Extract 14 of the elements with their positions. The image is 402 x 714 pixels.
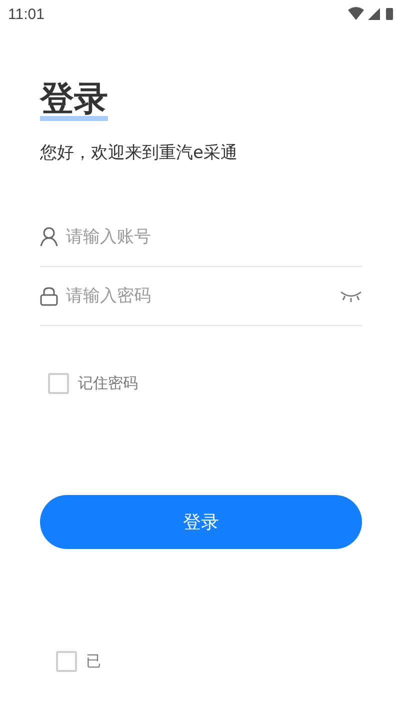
closed-eye-icon[interactable] [340, 290, 362, 302]
status-icons [348, 7, 394, 21]
login-button[interactable]: 登录 [40, 495, 362, 549]
status-time: 11:01 [8, 6, 44, 22]
checkbox[interactable] [48, 373, 69, 394]
user-icon [40, 227, 58, 247]
input-field[interactable]: 请输入账号 [64, 226, 362, 248]
remember-password-label: 记住密码 [78, 374, 138, 393]
input-field[interactable]: 请输入密码 [64, 285, 334, 307]
page-title: 登录 [40, 78, 108, 121]
welcome-text: 您好，欢迎来到重汽e采通 [40, 142, 238, 164]
lock-icon [40, 286, 58, 306]
checkbox[interactable] [56, 651, 77, 672]
agreement-label: 已 [86, 652, 101, 671]
